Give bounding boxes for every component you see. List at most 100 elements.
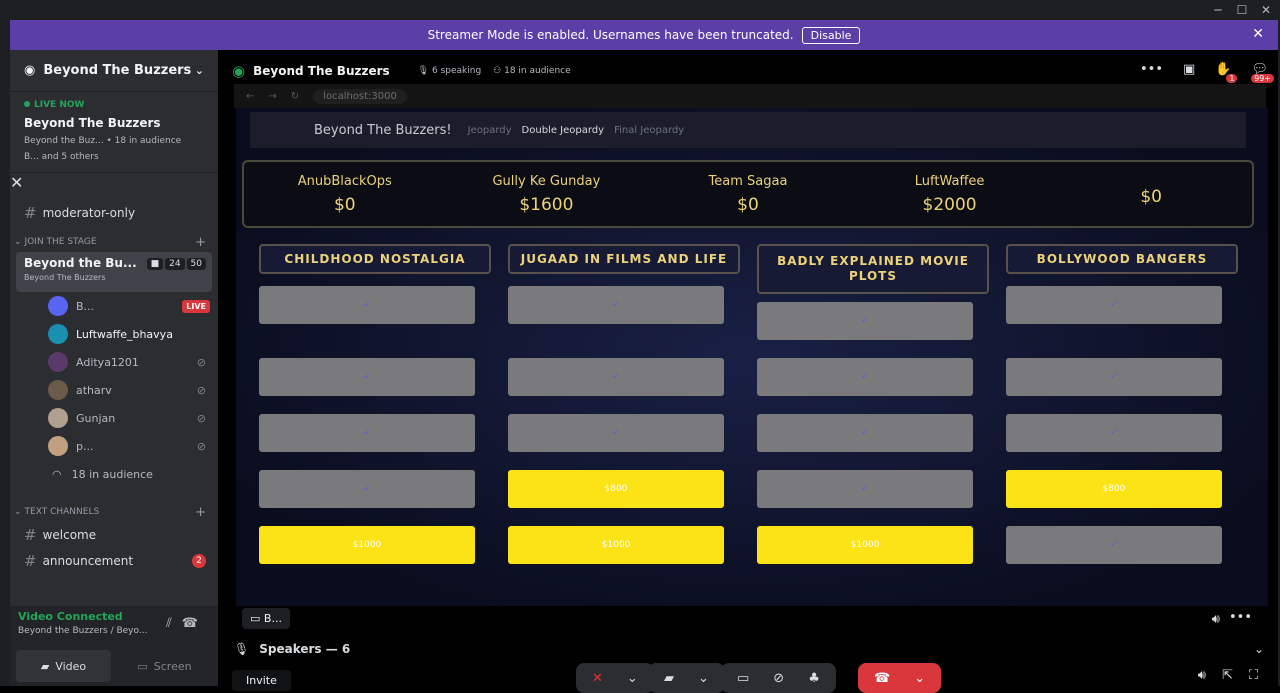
channel-welcome[interactable]: # welcome xyxy=(10,522,218,548)
scoreboard: AnubBlackOps $0 Gully Ke Gunday $1600 Team… xyxy=(242,160,1254,228)
user-name: Aditya1201 xyxy=(76,355,139,369)
video-off-icon: ▰ xyxy=(40,659,50,673)
muted-icon: ⊘ xyxy=(196,411,206,425)
list-item[interactable]: Aditya1201 ⊘ xyxy=(10,348,218,376)
audience-text: 18 in audience xyxy=(504,66,571,76)
activity-icon[interactable]: ♣ xyxy=(808,671,820,686)
disable-button[interactable]: Disable xyxy=(801,26,861,44)
question-tile[interactable]: ✔ xyxy=(757,414,973,452)
game-nav: Beyond The Buzzers! Jeopardy Double Jeop… xyxy=(250,112,1246,148)
minimize-icon[interactable]: ─ xyxy=(1206,2,1230,18)
question-tile[interactable]: ✔ xyxy=(508,414,724,452)
team-score: LuftWaffee $2000 xyxy=(849,162,1051,226)
disconnect-icon[interactable]: ☎ xyxy=(182,616,208,631)
popout-icon[interactable]: ▣ xyxy=(1183,62,1195,77)
stream-owner-label[interactable]: ▭ B... xyxy=(242,608,290,629)
nav-jeopardy: Jeopardy xyxy=(467,124,512,136)
question-tile[interactable]: ✔ xyxy=(259,414,475,452)
mute-speaker-icon[interactable]: ⊘ xyxy=(773,671,784,686)
channel-moderator-only[interactable]: # moderator-only xyxy=(10,200,218,226)
camera-off-icon[interactable]: ▰ xyxy=(664,671,674,686)
more-options-icon[interactable]: ••• xyxy=(1140,62,1163,77)
team-score: Gully Ke Gunday $1600 xyxy=(446,162,648,226)
question-tile[interactable]: ✔ xyxy=(1006,286,1222,324)
maximize-icon[interactable]: ☐ xyxy=(1230,2,1254,18)
live-now-panel[interactable]: LIVE NOW Beyond The Buzzers Beyond the B… xyxy=(10,92,218,173)
question-tile[interactable]: ✔ xyxy=(259,358,475,396)
question-tile[interactable]: $1000 xyxy=(259,526,475,564)
question-tile[interactable]: $1000 xyxy=(508,526,724,564)
user-name: p... xyxy=(76,439,94,453)
add-channel-icon[interactable]: + xyxy=(195,235,206,250)
question-tile[interactable]: ✔ xyxy=(757,302,973,340)
server-header[interactable]: ◉ Beyond The Buzzers ⌄ xyxy=(10,50,218,92)
people-icon: ⚇ xyxy=(493,66,502,76)
video-button[interactable]: ▰ Video xyxy=(16,650,111,682)
question-tile[interactable]: $1000 xyxy=(757,526,973,564)
question-tile[interactable]: ✔ xyxy=(259,286,475,324)
noise-suppression-icon[interactable]: ⫽ xyxy=(166,616,182,631)
add-channel-icon[interactable]: + xyxy=(195,505,206,520)
category-join-stage[interactable]: ⌄ JOIN THE STAGE + xyxy=(10,232,218,252)
live-dot-icon xyxy=(24,101,30,107)
question-tile[interactable]: $800 xyxy=(1006,470,1222,508)
mention-badge: 2 xyxy=(192,554,206,568)
category-text-channels[interactable]: ⌄ TEXT CHANNELS + xyxy=(10,502,218,522)
live-close-icon[interactable]: ✕ xyxy=(10,173,218,192)
question-tile[interactable]: ✔ xyxy=(1006,358,1222,396)
question-tile[interactable]: ✔ xyxy=(1006,526,1222,564)
team-points: $0 xyxy=(333,194,356,215)
stage-footer: ▭ B... 🔊︎ ••• 🎙︎ Speakers — 6 ⌄ Invite ✕ ⌄… xyxy=(218,606,1278,693)
user-name: Gunjan xyxy=(76,411,116,425)
volume-icon[interactable]: 🔊︎ xyxy=(1198,668,1206,683)
audience-row[interactable]: ◠ 18 in audience xyxy=(10,460,218,488)
question-tile[interactable]: ✔ xyxy=(757,358,973,396)
hash-icon: # xyxy=(24,204,37,222)
screen-share-icon[interactable]: ▭ xyxy=(737,671,749,686)
question-tile[interactable]: ✔ xyxy=(1006,414,1222,452)
game-brand: Beyond The Buzzers! xyxy=(314,122,452,138)
category-header: CHILDHOOD NOSTALGIA xyxy=(259,244,491,274)
list-item[interactable]: atharv ⊘ xyxy=(10,376,218,404)
chevron-down-icon[interactable]: ⌄ xyxy=(1254,642,1264,656)
nav-final-jeopardy: Final Jeopardy xyxy=(614,124,685,136)
fullscreen-icon[interactable]: ⛶ xyxy=(1249,668,1258,683)
stage-channel[interactable]: Beyond the Bu... Beyond The Buzzers ■ 24… xyxy=(16,252,212,292)
list-item[interactable]: B... LIVE xyxy=(10,292,218,320)
mic-muted-icon[interactable]: ✕ xyxy=(592,671,603,686)
list-item[interactable]: Luftwaffe_bhavya xyxy=(10,320,218,348)
list-item[interactable]: Gunjan ⊘ xyxy=(10,404,218,432)
close-window-icon[interactable]: ✕ xyxy=(1254,2,1278,18)
participant-count: 24 xyxy=(165,258,185,270)
question-tile[interactable]: ✔ xyxy=(259,470,475,508)
discord-window: ─ ☐ ✕ Streamer Mode is enabled. Username… xyxy=(0,0,1280,693)
raise-hand-icon[interactable]: ✋ 1 xyxy=(1215,62,1238,83)
more-icon[interactable]: ••• xyxy=(1229,610,1252,625)
chat-icon[interactable]: 💬︎ 99+ xyxy=(1251,62,1274,83)
chevron-down-icon[interactable]: ⌄ xyxy=(914,671,925,686)
hash-icon: # xyxy=(24,526,37,544)
question-tile[interactable]: ✔ xyxy=(508,286,724,324)
volume-icon[interactable]: 🔊︎ xyxy=(1212,612,1220,627)
leave-call-icon[interactable]: ☎ xyxy=(874,671,890,686)
stage-title: Beyond The Buzzers xyxy=(253,64,390,78)
list-item[interactable]: p... ⊘ xyxy=(10,432,218,460)
chevron-down-icon[interactable]: ⌄ xyxy=(698,671,709,686)
channel-label: announcement xyxy=(42,554,134,568)
screen-label: Screen xyxy=(153,659,192,673)
capacity-count: 50 xyxy=(186,258,206,270)
question-tile[interactable]: $800 xyxy=(508,470,724,508)
screen-button[interactable]: ▭ Screen xyxy=(117,650,212,682)
question-tile[interactable]: ✔ xyxy=(508,358,724,396)
chevron-down-icon[interactable]: ⌄ xyxy=(627,671,638,686)
video-icon: ■ xyxy=(146,258,164,270)
invite-button[interactable]: Invite xyxy=(232,670,291,691)
live-event-name: Beyond The Buzzers xyxy=(24,116,161,130)
channel-announcement[interactable]: # announcement 2 xyxy=(10,548,218,574)
popout-icon[interactable]: ⇱ xyxy=(1222,668,1233,683)
team-name: Gully Ke Gunday xyxy=(492,173,601,189)
team-name: Team Sagaa xyxy=(708,173,788,189)
category-header: BOLLYWOOD BANGERS xyxy=(1006,244,1238,274)
banner-close-icon[interactable]: ✕ xyxy=(1252,26,1264,42)
question-tile[interactable]: ✔ xyxy=(757,470,973,508)
